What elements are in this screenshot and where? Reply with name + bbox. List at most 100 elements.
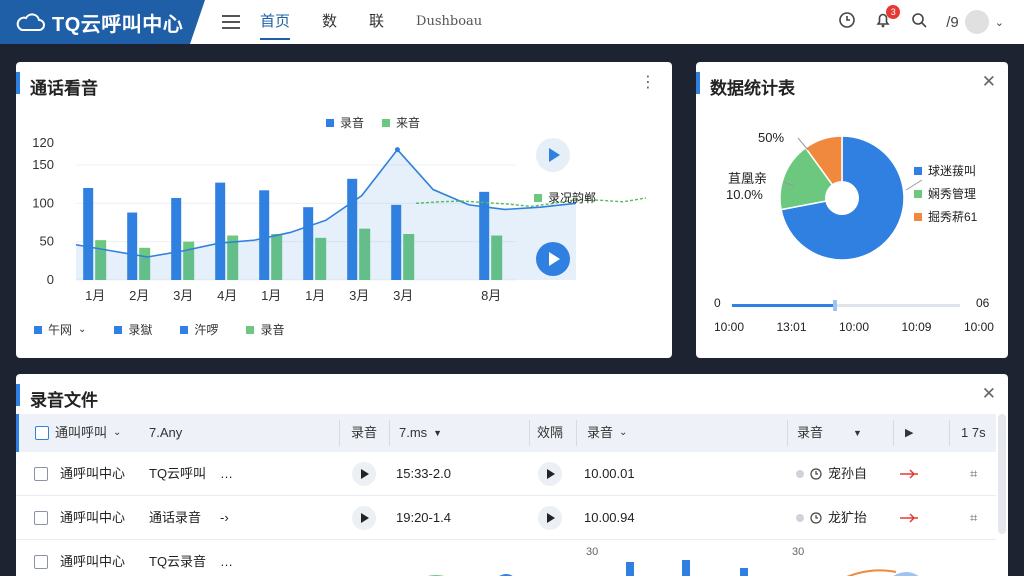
call-chart-card: 通话看音 ⋮ 录音 来音 0 50 100 150 120 1月 2月 3月 4月 1月 1月 3月 3… xyxy=(16,62,672,358)
card-title: 通话看音 xyxy=(30,79,98,98)
y-tick-label: 120 xyxy=(32,135,54,150)
row-owner: 宠孙自 xyxy=(828,466,868,481)
row-name: 通呼叫中心 xyxy=(60,554,126,569)
recording-files-card: 录音文件 ✕ 通叫呼叫 ⌄ 7.Any 录音 7.ms ▼ 效隔 录音 ⌄ 录音 ▼ ▶… xyxy=(16,374,1008,576)
legend-item[interactable]: 汻啰 xyxy=(180,321,218,338)
line-area xyxy=(76,149,576,280)
select-all-checkbox[interactable] xyxy=(35,426,49,440)
slider-thumb[interactable] xyxy=(832,300,837,311)
pie-legend: 球迷菝叫 娴秀管理 掘秀菥61 xyxy=(914,162,977,225)
pie-legend-item[interactable]: 球迷菝叫 xyxy=(914,162,977,179)
app-title: TQ云呼叫中心 xyxy=(52,13,184,36)
x-tick-label: 4月 xyxy=(217,288,237,303)
tab-data[interactable]: 数 xyxy=(322,0,337,44)
row-play-button[interactable] xyxy=(352,506,376,530)
table-row[interactable]: 通呼叫中心 通话录音 -› 19:20-1.4 10.00.94 龙犷抬 ⌗ xyxy=(16,496,996,540)
close-icon[interactable]: ✕ xyxy=(982,384,996,404)
top-bar: TQ云呼叫中心 首页 数 联 Dushboau 3 /9 ⌄ xyxy=(0,0,1024,44)
row-duration: 10.00.01 xyxy=(584,466,635,481)
row-play-button[interactable] xyxy=(538,506,562,530)
cloud-icon xyxy=(16,13,45,31)
play-button[interactable] xyxy=(536,138,570,172)
transfer-icon[interactable] xyxy=(900,496,918,540)
pie-legend-item[interactable]: 掘秀菥61 xyxy=(914,208,977,225)
column-header[interactable]: 录音 ⌄ xyxy=(587,414,627,452)
main-nav: 首页 数 联 Dushboau xyxy=(222,0,514,44)
pie-hole xyxy=(825,181,859,215)
more-actions-icon[interactable]: ⌗ xyxy=(970,496,977,540)
column-header[interactable]: 录音 xyxy=(351,414,377,452)
play-all-icon[interactable]: ▶ xyxy=(905,414,913,452)
row-checkbox[interactable] xyxy=(34,555,48,569)
table-row[interactable]: 通呼叫中心 TQ云录音 … 30 30 xyxy=(16,540,996,576)
pie-label-top: 50% xyxy=(758,130,785,145)
brand[interactable]: TQ云呼叫中心 xyxy=(0,0,205,44)
refresh-icon[interactable] xyxy=(838,11,856,33)
x-tick-label: 2月 xyxy=(129,288,149,303)
column-header[interactable]: 7.Any xyxy=(149,414,182,452)
clock-icon xyxy=(810,468,822,480)
column-header[interactable]: 效隔 xyxy=(537,414,563,452)
slider-fill xyxy=(732,304,835,307)
chart-legend-bottom: 午网 ⌄ 录獄 汻啰 录音 xyxy=(34,321,284,338)
y-tick-label: 150 xyxy=(32,157,54,172)
pie-legend-item[interactable]: 娴秀管理 xyxy=(914,185,977,202)
time-label: 10:00 xyxy=(714,320,745,334)
x-tick-label: 1月 xyxy=(261,288,281,303)
transfer-icon[interactable] xyxy=(900,452,918,496)
row-extra: … xyxy=(220,466,233,481)
card-accent xyxy=(16,72,20,94)
tab-dashboard[interactable]: Dushboau xyxy=(416,0,482,44)
tab-contact[interactable]: 联 xyxy=(369,0,384,44)
row-name: 通呼叫中心 xyxy=(60,466,126,481)
tab-home[interactable]: 首页 xyxy=(260,0,291,44)
menu-icon[interactable] xyxy=(222,15,240,29)
series-tag: 录况韵郸 xyxy=(534,189,596,206)
search-icon[interactable] xyxy=(910,11,928,33)
row-time: 15:33-2.0 xyxy=(396,466,451,481)
time-label: 10:00 xyxy=(963,320,994,334)
time-labels: 10:00 13:01 10:00 10:09 10:00 xyxy=(714,320,994,334)
mini-chart xyxy=(427,560,919,576)
x-tick-label: 3月 xyxy=(393,288,413,303)
status-dot xyxy=(796,470,804,478)
status-dot xyxy=(796,514,804,522)
slider-start: 0 xyxy=(714,296,721,310)
row-checkbox[interactable] xyxy=(34,511,48,525)
y-tick-label: 50 xyxy=(40,234,54,249)
row-play-button[interactable] xyxy=(538,462,562,486)
x-tick-label: 3月 xyxy=(173,288,193,303)
slider-track[interactable] xyxy=(732,300,960,311)
table-row[interactable]: 通呼叫中心 TQ云呼叫 … 15:33-2.0 10.00.01 宠孙自 ⌗ xyxy=(16,452,996,496)
row-extra: … xyxy=(220,554,233,569)
slider-end: 06 xyxy=(976,296,990,310)
column-header[interactable]: 7.ms ▼ xyxy=(399,414,442,452)
table-scrollbar[interactable] xyxy=(998,414,1006,534)
legend-item[interactable]: 录獄 xyxy=(114,321,152,338)
pie-label-left: 苴凰亲 xyxy=(728,171,768,186)
chevron-down-icon: ⌄ xyxy=(994,16,1004,29)
pie-label-left-value: 10.0% xyxy=(726,187,763,202)
x-tick-label: 1月 xyxy=(85,288,105,303)
legend-filter[interactable]: 午网 ⌄ xyxy=(34,321,86,338)
row-source: TQ云呼叫 xyxy=(149,466,207,481)
row-play-button[interactable] xyxy=(352,462,376,486)
legend-item[interactable]: 录音 xyxy=(246,321,284,338)
column-header[interactable]: 录音 ▼ xyxy=(797,414,862,452)
leader-line xyxy=(797,137,809,151)
column-header[interactable]: 1 7s xyxy=(961,414,986,452)
play-button[interactable] xyxy=(536,242,570,276)
more-actions-icon[interactable]: ⌗ xyxy=(970,452,977,496)
row-source: 通话录音 xyxy=(149,510,202,525)
column-header[interactable]: 通叫呼叫 ⌄ xyxy=(35,414,121,452)
time-label: 10:09 xyxy=(901,320,932,334)
row-checkbox[interactable] xyxy=(34,467,48,481)
chevron-down-icon: ⌄ xyxy=(78,324,87,335)
y-tick-label: 100 xyxy=(32,195,54,210)
chevron-down-icon: ⌄ xyxy=(113,427,122,438)
bell-icon[interactable]: 3 xyxy=(874,5,901,33)
user-menu[interactable]: /9 ⌄ xyxy=(946,10,1004,34)
more-icon[interactable]: ⋮ xyxy=(640,72,656,92)
clock-icon xyxy=(810,512,822,524)
x-tick-label: 1月 xyxy=(305,288,325,303)
